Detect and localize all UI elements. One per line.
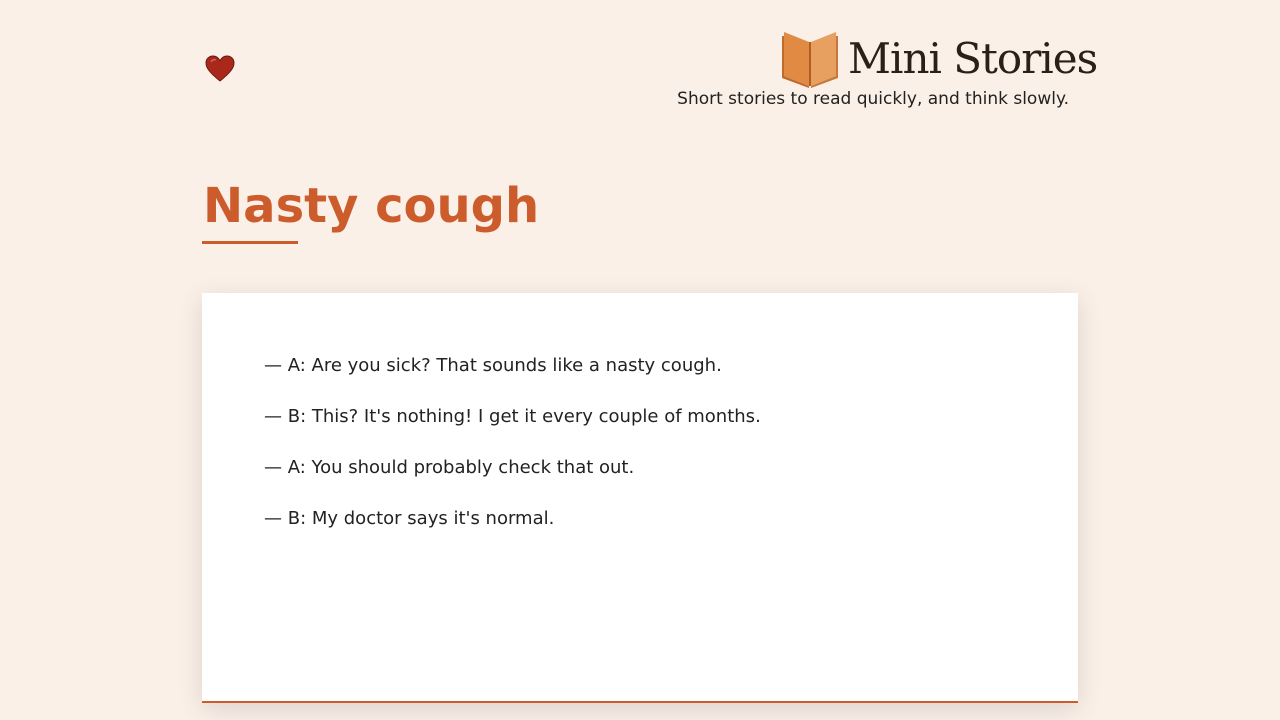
dialogue-line: — B: This? It's nothing! I get it every … (264, 406, 761, 427)
dialogue-line: — A: You should probably check that out. (264, 457, 635, 478)
brand-name[interactable]: Mini Stories (848, 38, 1098, 80)
heart-link[interactable] (203, 52, 236, 85)
story-card: — A: Are you sick? That sounds like a na… (202, 293, 1078, 703)
heart-icon (204, 54, 235, 82)
title-underline (202, 241, 298, 244)
dialogue-line: — A: Are you sick? That sounds like a na… (264, 355, 722, 376)
dialogue-line: — B: My doctor says it's normal. (264, 508, 555, 529)
tagline: Short stories to read quickly, and think… (677, 89, 1069, 109)
page: Mini Stories Short stories to read quick… (0, 0, 1280, 720)
open-book-icon (782, 32, 838, 88)
dialogue-list: — A: Are you sick? That sounds like a na… (264, 353, 761, 557)
brand: Mini Stories (780, 30, 1098, 88)
story-title: Nasty cough (203, 178, 540, 234)
